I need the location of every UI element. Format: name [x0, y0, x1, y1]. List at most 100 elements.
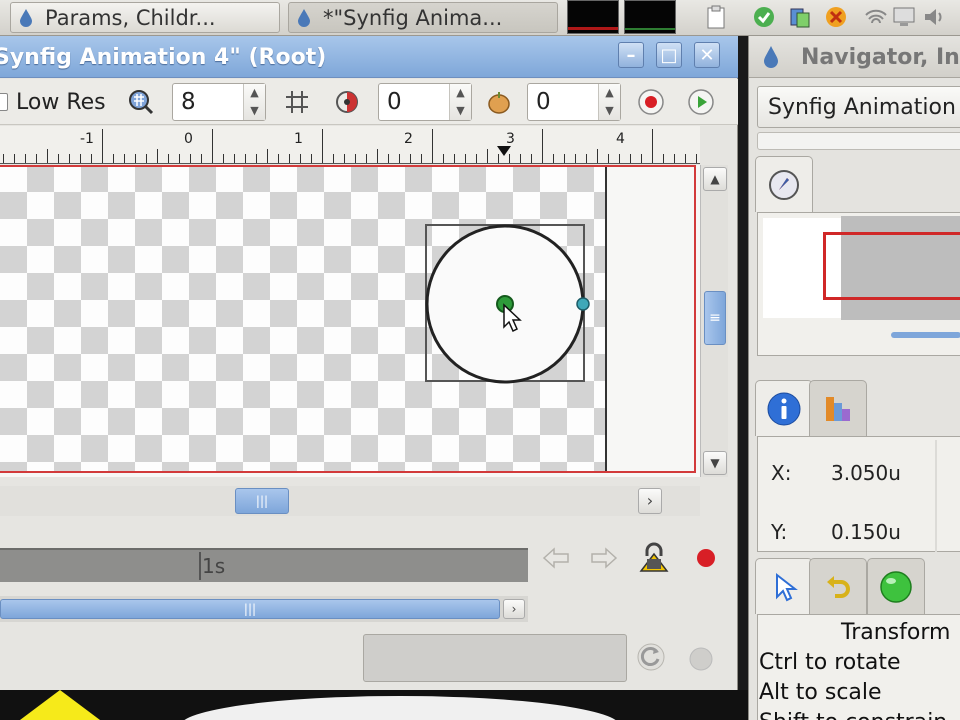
- ruler-tick: [190, 154, 191, 163]
- onion-icon[interactable]: [484, 88, 514, 116]
- spinner-arrows[interactable]: ▲ ▼: [243, 84, 265, 120]
- tab-navigator[interactable]: [755, 156, 813, 212]
- panel-titlebar[interactable]: Navigator, In: [749, 36, 960, 78]
- canvas-window: Synfig Animation 4" (Root) – □ ✕ Low Res…: [0, 36, 738, 690]
- render-quality-icon[interactable]: [126, 88, 156, 116]
- synfig-drop-icon: [764, 46, 778, 68]
- ruler-tick: [14, 154, 15, 163]
- ruler-tick: [91, 154, 92, 163]
- spinner-arrows[interactable]: ▲ ▼: [598, 84, 620, 120]
- prev-keyframe-icon[interactable]: [538, 540, 574, 576]
- time-label: 1s: [202, 554, 226, 578]
- ruler-tick: [443, 154, 444, 163]
- ruler-tick: [597, 149, 598, 163]
- close-button[interactable]: ✕: [694, 42, 720, 68]
- scroll-right-button[interactable]: ›: [638, 488, 662, 514]
- ruler-tick: [113, 154, 114, 163]
- compass-icon: [769, 169, 799, 200]
- ruler-tick: [388, 154, 389, 163]
- scroll-down-button[interactable]: ▼: [703, 451, 727, 475]
- play-button[interactable]: [686, 88, 716, 116]
- onion-future-spinner[interactable]: 0 ▲ ▼: [527, 83, 621, 121]
- grid-toggle-icon[interactable]: [282, 88, 312, 116]
- navigator-viewport-rect[interactable]: [823, 232, 960, 300]
- animation-mode-indicator[interactable]: [688, 540, 724, 576]
- ruler-tick: [520, 154, 521, 163]
- ruler-tick: [234, 154, 235, 163]
- horizontal-scrollbar[interactable]: ||| ›: [0, 486, 700, 516]
- vertical-scroll-thumb[interactable]: ≡: [704, 291, 726, 345]
- ruler-tick: [36, 154, 37, 163]
- keyframe-lock-icon[interactable]: [636, 540, 672, 576]
- ruler-tick: [168, 154, 169, 163]
- ruler-tick: [575, 154, 576, 163]
- ruler-tick: [410, 154, 411, 163]
- ruler-tick: [289, 154, 290, 163]
- onion-past-spinner[interactable]: 0 ▲ ▼: [378, 83, 472, 121]
- tab-info[interactable]: [755, 380, 813, 436]
- ruler-tick: [278, 154, 279, 163]
- canvas-select-combo[interactable]: Synfig Animation: [757, 86, 960, 128]
- tab-library[interactable]: [809, 380, 867, 436]
- ruler-tick: [124, 154, 125, 163]
- update-icon[interactable]: [752, 4, 776, 30]
- pixel-size-spinner[interactable]: 8 ▲ ▼: [172, 83, 266, 121]
- synfig-drop-icon: [20, 8, 32, 27]
- y-value: 0.150u: [831, 520, 901, 544]
- stop-render-icon[interactable]: [688, 646, 714, 676]
- ruler-tick: [146, 154, 147, 163]
- clipboard-icon[interactable]: [704, 4, 728, 30]
- horizontal-scroll-thumb[interactable]: |||: [235, 488, 289, 514]
- low-res-checkbox[interactable]: [0, 93, 8, 111]
- ruler-tick: [25, 154, 26, 163]
- ruler-tick: [333, 154, 334, 163]
- ruler-tick: [322, 129, 323, 163]
- tab-history[interactable]: [809, 558, 867, 614]
- circle-layer[interactable]: [420, 221, 600, 391]
- onion-past-value: 0: [387, 89, 402, 115]
- ruler-label: 0: [184, 131, 193, 147]
- ruler-tick: [355, 154, 356, 163]
- refresh-icon[interactable]: [636, 642, 666, 676]
- ruler-tick: [564, 154, 565, 163]
- network-icon[interactable]: [788, 4, 812, 30]
- time-slider[interactable]: 1s: [0, 548, 528, 582]
- spinner-arrows[interactable]: ▲ ▼: [449, 84, 471, 120]
- maximize-button[interactable]: □: [656, 42, 682, 68]
- onion-skin-icon[interactable]: [332, 88, 362, 116]
- ruler-cursor-marker-icon: [497, 146, 511, 156]
- ruler-tick: [179, 154, 180, 163]
- record-button[interactable]: [636, 88, 666, 116]
- radius-duck-handle[interactable]: [576, 297, 590, 311]
- time-zoom-thumb[interactable]: |||: [0, 599, 500, 619]
- time-zoom-right-button[interactable]: ›: [503, 599, 525, 619]
- time-zoom-slider[interactable]: ||| ›: [0, 596, 528, 622]
- navigator-zoom-slider[interactable]: [891, 332, 960, 338]
- wifi-icon[interactable]: [864, 4, 888, 30]
- canvas-window-titlebar[interactable]: Synfig Animation 4" (Root) – □ ✕: [0, 36, 738, 78]
- task-synfig-animation[interactable]: *"Synfig Anima...: [288, 2, 558, 33]
- desktop-background: [0, 690, 748, 720]
- vertical-scrollbar[interactable]: ▲ ≡ ▼: [700, 165, 728, 477]
- minimize-button[interactable]: –: [618, 42, 644, 68]
- tab-tool-options[interactable]: [755, 558, 813, 614]
- ruler-tick: [223, 154, 224, 163]
- ruler-tick: [476, 154, 477, 163]
- panel-title: Navigator, In: [801, 45, 960, 70]
- task-params-children[interactable]: Params, Childr...: [10, 2, 280, 33]
- ruler-tick: [421, 154, 422, 163]
- ruler-tick: [344, 154, 345, 163]
- canvas-area[interactable]: [0, 165, 700, 477]
- synfig-drop-icon: [298, 8, 310, 27]
- ruler-label: 3: [506, 131, 515, 147]
- ruler-tick: [366, 154, 367, 163]
- tab-canvas-browser[interactable]: [867, 558, 925, 614]
- volume-icon[interactable]: [922, 4, 946, 30]
- canvas-toolbar: Low Res 8 ▲ ▼ 0 ▲ ▼ 0 ▲ ▼: [0, 79, 738, 125]
- power-icon[interactable]: [824, 4, 848, 30]
- next-keyframe-icon[interactable]: [586, 540, 622, 576]
- navigator-info-panel: Navigator, In Synfig Animation X: 3.050u…: [748, 36, 960, 720]
- ruler-tick: [531, 154, 532, 163]
- display-icon[interactable]: [892, 4, 916, 30]
- scroll-up-button[interactable]: ▲: [703, 167, 727, 191]
